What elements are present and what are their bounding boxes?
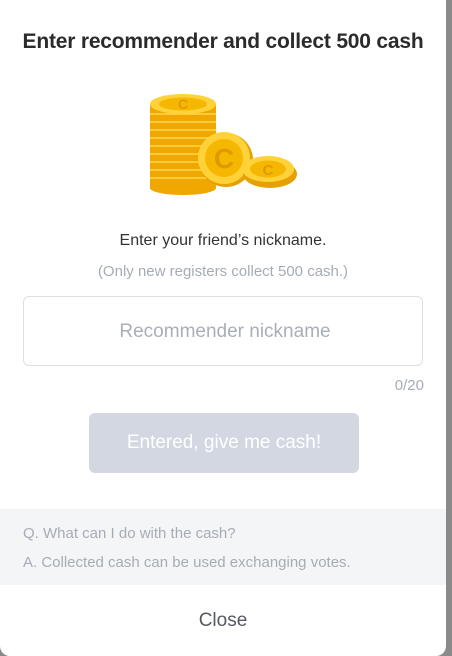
svg-text:C: C: [214, 143, 234, 174]
faq-section: Q. What can I do with the cash? A. Colle…: [0, 509, 446, 585]
dialog-title: Enter recommender and collect 500 cash: [22, 30, 424, 53]
recommender-input-box[interactable]: [23, 296, 426, 367]
character-counter: 0/20: [394, 377, 424, 394]
recommender-nickname-input[interactable]: [24, 297, 426, 367]
faq-question: Q. What can I do with the cash?: [23, 525, 236, 542]
recommender-dialog: Enter recommender and collect 500 cash C…: [0, 0, 446, 656]
submit-button[interactable]: Entered, give me cash!: [89, 413, 359, 473]
nickname-prompt: Enter your friend’s nickname.: [119, 232, 327, 249]
gold-coins-icon: C C C: [150, 94, 297, 195]
svg-text:C: C: [178, 96, 188, 112]
eligibility-note: (Only new registers collect 500 cash.): [97, 263, 349, 280]
close-button[interactable]: Close: [0, 585, 446, 656]
svg-text:C: C: [263, 162, 274, 179]
faq-answer: A. Collected cash can be used exchanging…: [23, 554, 351, 571]
